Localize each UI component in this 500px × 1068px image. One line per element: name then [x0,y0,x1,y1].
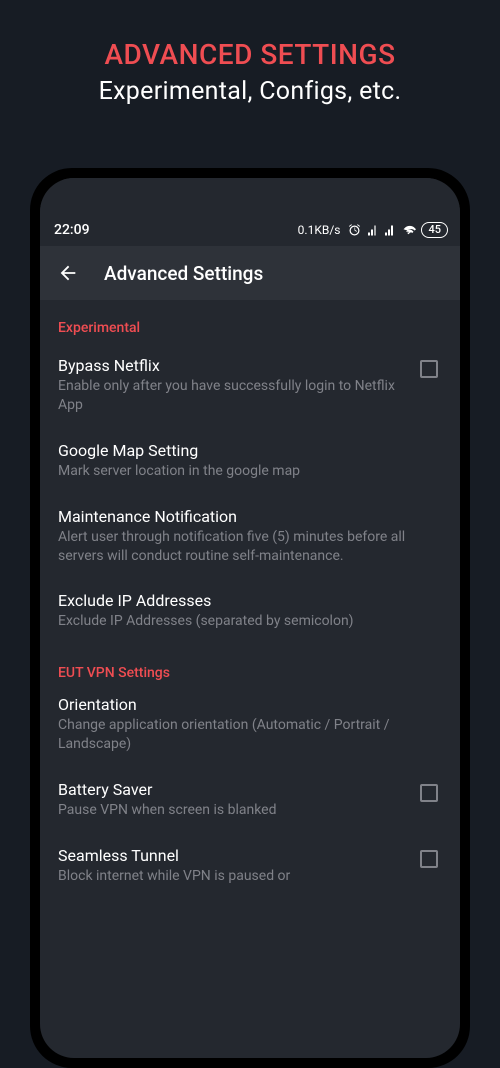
arrow-left-icon [57,262,79,284]
section-header-experimental: Experimental [40,300,460,344]
hero-title: ADVANCED SETTINGS [0,0,500,71]
hero-subtitle: Experimental, Configs, etc. [0,71,500,106]
battery-indicator: 45 [421,222,448,238]
wifi-icon [401,223,416,238]
checkbox-seamless-tunnel[interactable] [420,850,438,868]
signal-icon [367,223,379,238]
status-right: 0.1KB/s 45 [298,222,448,238]
network-speed: 0.1KB/s [298,223,341,237]
app-bar-title: Advanced Settings [104,262,263,285]
setting-desc: Mark server location in the google map [58,462,442,481]
setting-maintenance[interactable]: Maintenance Notification Alert user thro… [40,495,460,580]
setting-title: Google Map Setting [58,441,442,460]
setting-title: Exclude IP Addresses [58,591,442,610]
settings-list[interactable]: Experimental Bypass Netflix Enable only … [40,300,460,1058]
setting-desc: Alert user through notification five (5)… [58,528,442,566]
phone-screen: 22:09 0.1KB/s 45 Advanced Settings Exper… [40,178,460,1058]
setting-title: Seamless Tunnel [58,846,408,865]
setting-title: Orientation [58,695,442,714]
setting-orientation[interactable]: Orientation Change application orientati… [40,689,460,768]
back-button[interactable] [56,261,80,285]
checkbox-bypass-netflix[interactable] [420,360,438,378]
setting-desc: Enable only after you have successfully … [58,377,408,415]
setting-battery-saver[interactable]: Battery Saver Pause VPN when screen is b… [40,768,460,834]
setting-exclude-ip[interactable]: Exclude IP Addresses Exclude IP Addresse… [40,579,460,645]
setting-desc: Change application orientation (Automati… [58,716,442,754]
setting-seamless-tunnel[interactable]: Seamless Tunnel Block internet while VPN… [40,834,460,900]
setting-bypass-netflix[interactable]: Bypass Netflix Enable only after you hav… [40,344,460,429]
setting-desc: Pause VPN when screen is blanked [58,801,408,820]
section-header-eut-vpn: EUT VPN Settings [40,645,460,689]
setting-desc: Exclude IP Addresses (separated by semic… [58,612,442,631]
status-time: 22:09 [54,222,90,238]
alarm-icon [347,223,362,238]
status-bar: 22:09 0.1KB/s 45 [40,178,460,246]
setting-title: Battery Saver [58,780,408,799]
setting-title: Maintenance Notification [58,507,442,526]
signal-icon-2 [384,223,396,238]
checkbox-battery-saver[interactable] [420,784,438,802]
setting-title: Bypass Netflix [58,356,408,375]
app-bar: Advanced Settings [40,246,460,300]
phone-frame: 22:09 0.1KB/s 45 Advanced Settings Exper… [30,168,470,1068]
setting-desc: Block internet while VPN is paused or [58,867,408,886]
setting-google-map[interactable]: Google Map Setting Mark server location … [40,429,460,495]
